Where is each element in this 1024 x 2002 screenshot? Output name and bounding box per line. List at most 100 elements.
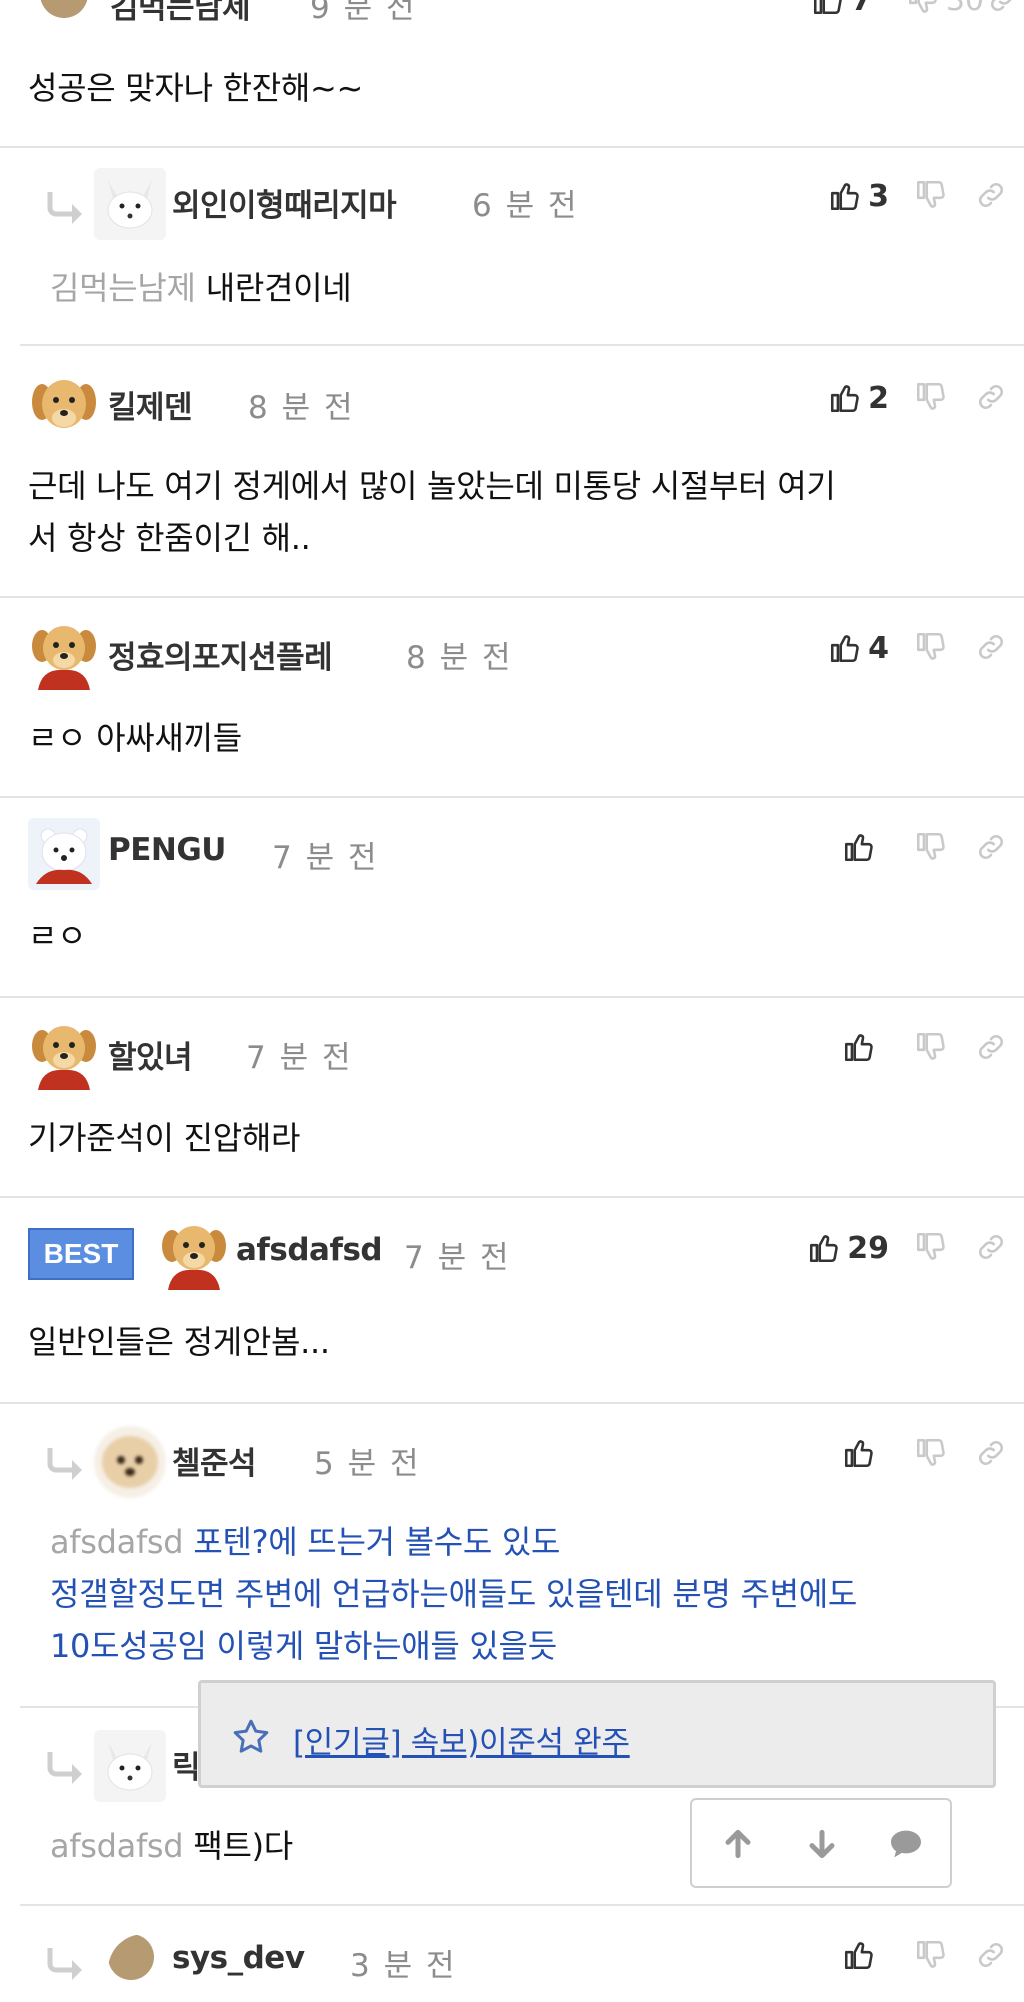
link-icon[interactable] bbox=[974, 178, 1012, 216]
thumbs-up-icon bbox=[828, 381, 862, 415]
avatar[interactable] bbox=[94, 1426, 166, 1498]
star-outline-icon bbox=[231, 1717, 271, 1757]
comment-text: ㄹㅇ bbox=[28, 917, 87, 955]
avatar[interactable] bbox=[28, 368, 100, 440]
timestamp: 6 분 전 bbox=[472, 188, 579, 224]
nickname[interactable]: 할있녀 bbox=[108, 1032, 193, 1077]
arrow-down-icon[interactable] bbox=[802, 1824, 842, 1864]
like-button[interactable]: 3 bbox=[828, 176, 889, 216]
nickname[interactable]: afsdafsd bbox=[236, 1232, 383, 1268]
like-button[interactable]: 2 bbox=[828, 378, 889, 418]
avatar[interactable] bbox=[28, 818, 100, 890]
comment-text: 성공은 맞자나 한잔해~~ bbox=[28, 69, 364, 107]
nickname[interactable]: sys_dev bbox=[172, 1940, 305, 1976]
like-count: 2 bbox=[868, 380, 889, 416]
like-count: 3 bbox=[868, 178, 889, 214]
dislike-button[interactable] bbox=[914, 1938, 948, 1972]
link-icon[interactable] bbox=[986, 0, 1024, 20]
like-button[interactable]: 29 bbox=[807, 1228, 889, 1268]
avatar[interactable] bbox=[28, 618, 100, 690]
nickname[interactable]: 릭 bbox=[172, 1742, 201, 1787]
comment-item: 킬제덴 8 분 전 2 근데 나도 여기 정게에서 많이 놀았는데 미통당 시절… bbox=[0, 346, 1024, 598]
dislike-button[interactable] bbox=[914, 1230, 948, 1264]
dislike-count: 30 bbox=[945, 0, 984, 18]
comment-item: 김먹는남제 9 분 전 7 30 성공은 맞자나 한잔해~~ bbox=[0, 0, 1024, 148]
like-count: 29 bbox=[847, 1230, 889, 1266]
nickname[interactable]: 킬제덴 bbox=[108, 382, 193, 427]
comment-actions: 7 30 bbox=[764, 0, 1024, 36]
like-button[interactable]: 7 bbox=[811, 0, 872, 20]
like-count: 7 bbox=[851, 0, 872, 18]
dislike-button[interactable] bbox=[914, 830, 948, 864]
dislike-button[interactable] bbox=[914, 178, 948, 212]
avatar[interactable] bbox=[40, 0, 88, 18]
link-icon[interactable] bbox=[974, 1436, 1012, 1474]
like-button[interactable] bbox=[842, 830, 876, 864]
link-icon[interactable] bbox=[974, 1030, 1012, 1068]
like-button[interactable] bbox=[842, 1436, 876, 1470]
avatar[interactable] bbox=[94, 1730, 166, 1802]
comment-item: 정효의포지션플레 8 분 전 4 ㄹㅇ 아싸새끼들 bbox=[0, 598, 1024, 798]
comment-actions: 4 bbox=[784, 614, 1024, 684]
link-icon[interactable] bbox=[974, 1938, 1012, 1976]
comment-text: afsdafsd 포텐?에 뜨는거 볼수도 있도 정갤할정도면 주변에 언급하는애… bbox=[50, 1516, 1004, 1672]
link-icon[interactable] bbox=[974, 1230, 1012, 1268]
reply-item: 첼준석 5 분 전 afsdafsd 포텐?에 뜨는거 볼수도 있도 정갤할정도면… bbox=[20, 1404, 1024, 1708]
link-icon[interactable] bbox=[974, 630, 1012, 668]
timestamp: 9 분 전 bbox=[310, 0, 417, 26]
comment-actions bbox=[784, 1014, 1024, 1084]
dislike-button[interactable] bbox=[914, 1030, 948, 1064]
comment-actions: 3 bbox=[784, 162, 1024, 232]
arrow-up-icon[interactable] bbox=[718, 1824, 758, 1864]
thumbs-down-icon bbox=[916, 1032, 945, 1060]
avatar[interactable] bbox=[108, 1934, 154, 1980]
timestamp: 7 분 전 bbox=[404, 1240, 511, 1276]
dislike-button[interactable] bbox=[914, 380, 948, 414]
avatar[interactable] bbox=[28, 1018, 100, 1090]
thumbs-up-icon bbox=[844, 1034, 873, 1062]
comment-actions bbox=[784, 1922, 1024, 1992]
avatar[interactable] bbox=[94, 168, 166, 240]
thumbs-up-icon bbox=[811, 0, 845, 17]
dislike-button[interactable]: 30 bbox=[906, 0, 984, 20]
thumbs-up-icon bbox=[828, 179, 862, 213]
comment-line: 정갤할정도면 주변에 언급하는애들도 있을텐데 분명 주변에도 bbox=[50, 1575, 858, 1613]
avatar[interactable] bbox=[158, 1218, 230, 1290]
reply-arrow-icon bbox=[46, 1946, 86, 1980]
nickname[interactable]: PENGU bbox=[108, 832, 226, 868]
best-badge: BEST bbox=[28, 1228, 134, 1280]
thumbs-down-icon bbox=[916, 1232, 945, 1260]
thumbs-down-icon bbox=[916, 180, 945, 208]
thumbs-down-icon bbox=[916, 1940, 945, 1968]
thumbs-down-icon bbox=[916, 832, 945, 860]
nickname[interactable]: 외인이형때리지마 bbox=[172, 180, 397, 225]
comment-text: ㄹㅇ 아싸새끼들 bbox=[28, 719, 242, 757]
like-button[interactable]: 4 bbox=[828, 628, 889, 668]
link-icon[interactable] bbox=[974, 830, 1012, 868]
reply-item: 외인이형때리지마 6 분 전 3 김먹는남제 내란견이네 bbox=[20, 148, 1024, 346]
timestamp: 8 분 전 bbox=[248, 390, 355, 426]
mention[interactable]: 김먹는남제 bbox=[50, 269, 196, 307]
speech-bubble-icon[interactable] bbox=[886, 1824, 926, 1864]
comment-line: 포텐?에 뜨는거 볼수도 있도 bbox=[193, 1523, 561, 1561]
thumbs-down-icon bbox=[916, 1438, 945, 1466]
nickname[interactable]: 정효의포지션플레 bbox=[108, 632, 333, 677]
mention[interactable]: afsdafsd bbox=[50, 1827, 184, 1865]
nickname[interactable]: 김먹는남제 bbox=[110, 0, 251, 27]
dislike-button[interactable] bbox=[914, 1436, 948, 1470]
mention[interactable]: afsdafsd bbox=[50, 1523, 184, 1561]
popular-post-banner[interactable]: [인기글] 속보)이준석 완주 bbox=[198, 1680, 996, 1788]
dislike-button[interactable] bbox=[914, 630, 948, 664]
like-button[interactable] bbox=[842, 1030, 876, 1064]
timestamp: 7 분 전 bbox=[246, 1040, 353, 1076]
reply-arrow-icon bbox=[46, 1446, 86, 1480]
comment-body: 내란견이네 bbox=[205, 269, 352, 307]
nickname[interactable]: 첼준석 bbox=[172, 1438, 257, 1483]
thumbs-down-icon bbox=[906, 0, 940, 17]
like-button[interactable] bbox=[842, 1938, 876, 1972]
thumbs-down-icon bbox=[916, 632, 945, 660]
popular-post-link[interactable]: [인기글] 속보)이준석 완주 bbox=[293, 1717, 630, 1762]
link-icon[interactable] bbox=[974, 380, 1012, 418]
comment-actions: 2 bbox=[784, 364, 1024, 434]
like-count: 4 bbox=[868, 630, 889, 666]
